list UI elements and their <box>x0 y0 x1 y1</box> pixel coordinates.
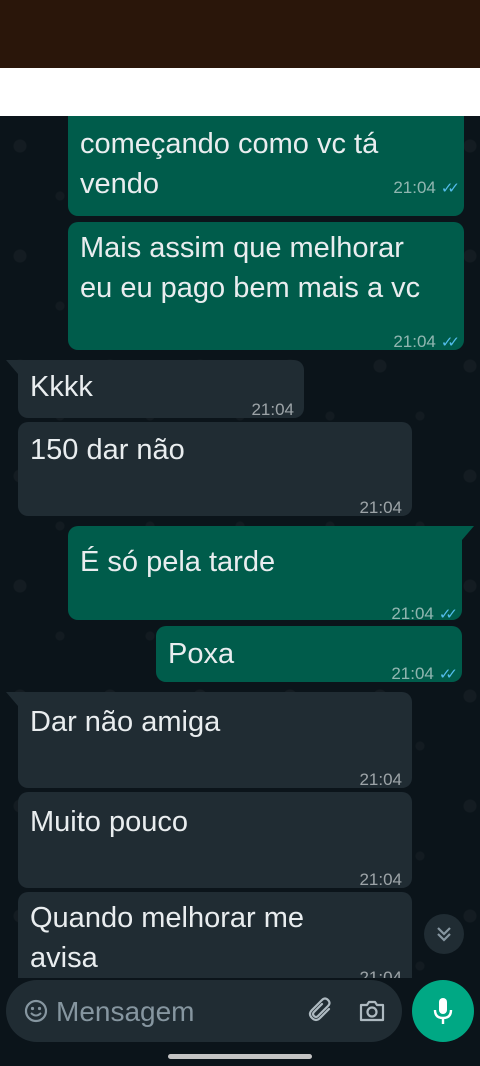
message-bubble-incoming[interactable]: Kkkk 21:04 <box>6 360 304 419</box>
message-text: Mais assim que melhorar eu eu pago bem m… <box>80 232 421 304</box>
message-list[interactable]: começando como vc tá vendo 21:04 ✓✓ Mais … <box>0 116 480 978</box>
message-bubble-incoming[interactable]: 150 dar não 21:04 <box>18 422 412 517</box>
mic-icon <box>433 998 453 1024</box>
chevron-double-down-icon <box>437 927 451 942</box>
emoji-icon <box>24 999 48 1023</box>
message-time: 21:04 <box>359 968 402 978</box>
status-bar <box>0 0 480 68</box>
attach-icon <box>308 997 331 1022</box>
bubble-tail <box>462 526 474 540</box>
bubble-tail <box>6 360 18 374</box>
message-input[interactable] <box>54 990 288 1034</box>
attach-button[interactable] <box>306 995 338 1027</box>
message-bubble-outgoing[interactable]: Poxa 21:04 ✓✓ <box>156 626 462 683</box>
message-bubble-outgoing[interactable]: começando como vc tá vendo 21:04 ✓✓ <box>68 116 464 216</box>
message-text: Poxa <box>168 638 235 670</box>
message-bubble-incoming[interactable]: Quando melhorar me avisa 21:04 <box>18 892 412 978</box>
camera-button[interactable] <box>356 995 388 1027</box>
read-ticks-icon: ✓✓ <box>440 180 460 197</box>
read-ticks-icon: ✓✓ <box>440 334 460 351</box>
camera-icon <box>359 1000 385 1022</box>
message-text: Dar não amiga <box>30 706 221 738</box>
message-time: 21:04 ✓✓ <box>391 654 458 695</box>
emoji-button[interactable] <box>22 997 50 1025</box>
read-ticks-icon: ✓✓ <box>438 666 458 683</box>
chat-header <box>0 68 480 116</box>
message-text: É só pela tarde <box>80 546 276 578</box>
message-time: 21:04 ✓✓ <box>393 168 460 209</box>
message-bubble-incoming[interactable]: Muito pouco 21:04 <box>18 792 412 889</box>
message-bubble-incoming[interactable]: Dar não amiga 21:04 <box>6 692 412 789</box>
message-composer <box>6 980 402 1042</box>
message-bubble-outgoing[interactable]: É só pela tarde 21:04 ✓✓ <box>68 526 474 623</box>
message-text: 150 dar não <box>30 434 185 466</box>
voice-message-button[interactable] <box>412 980 474 1042</box>
message-time: 21:04 <box>359 498 402 517</box>
message-bubble-outgoing[interactable]: Mais assim que melhorar eu eu pago bem m… <box>68 222 464 351</box>
message-text: Kkkk <box>30 371 93 403</box>
home-indicator[interactable] <box>168 1054 312 1059</box>
message-text: Quando melhorar me avisa <box>30 902 305 974</box>
scroll-to-bottom-button[interactable] <box>424 914 464 954</box>
message-time: 21:04 ✓✓ <box>393 322 460 363</box>
message-text: Muito pouco <box>30 806 188 838</box>
message-text: começando como vc tá vendo <box>80 128 379 200</box>
bubble-tail <box>6 692 18 706</box>
